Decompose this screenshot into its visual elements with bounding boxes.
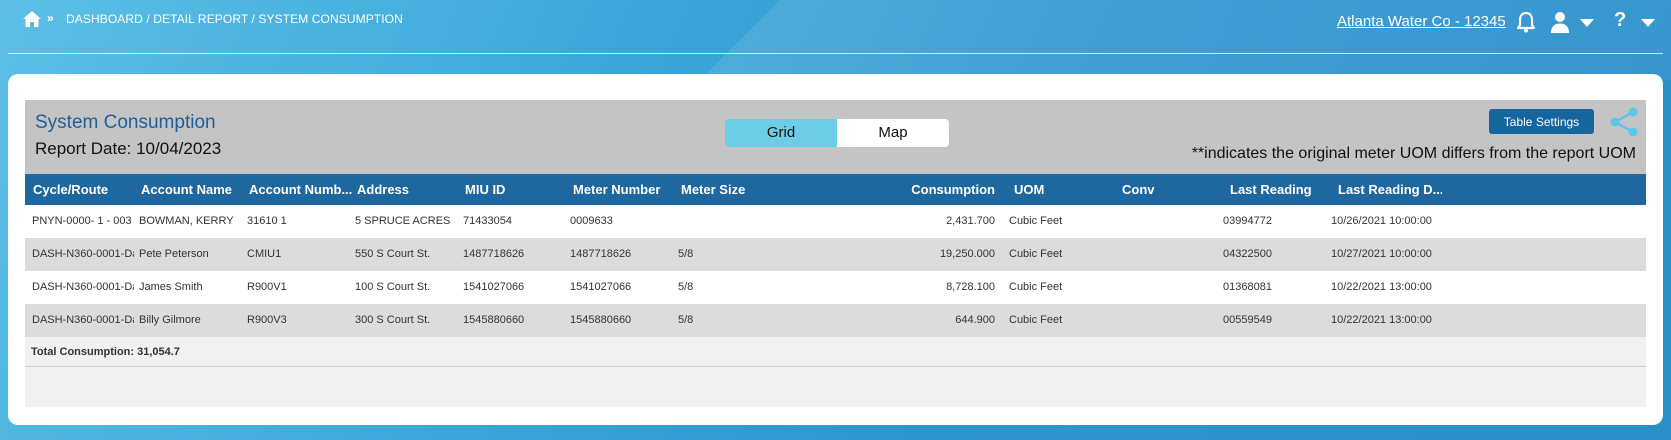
cell-last-reading: 01368081 (1223, 281, 1272, 293)
cell-uom: Cubic Feet (1009, 314, 1063, 326)
cell-last-reading: 00559549 (1223, 314, 1272, 326)
cell-address: 300 S Court St. (355, 314, 431, 326)
cell-last-reading-date: 10/22/2021 13:00:00 (1331, 314, 1432, 326)
cell-cycle-route: DASH-N360-0001-Dash (32, 281, 134, 293)
cell-consumption: 19,250.000 (939, 248, 995, 260)
cell-miu-id: 71433054 (463, 215, 512, 227)
column-header-miu-id[interactable]: MIU ID (465, 174, 569, 205)
cell-meter-number: 1545880660 (570, 314, 632, 326)
cell-consumption: 8,728.100 (946, 281, 995, 293)
table-settings-button[interactable]: Table Settings (1489, 109, 1594, 134)
cell-meter-number: 0009633 (570, 215, 613, 227)
column-header-cycle-route[interactable]: Cycle/Route (33, 174, 137, 205)
cell-last-reading: 03994772 (1223, 215, 1272, 227)
report-panel: System Consumption Report Date: 10/04/20… (25, 100, 1646, 407)
cell-last-reading: 04322500 (1223, 248, 1272, 260)
cell-meter-size: 5/8 (678, 314, 694, 326)
cell-meter-size (678, 205, 782, 238)
grid-toggle-button[interactable]: Grid (725, 119, 837, 147)
table-body: PNYN-0000- 1 - 003 BOWMAN, KERRY 31610 1 5 … (25, 205, 1646, 337)
cell-account-name: BOWMAN, KERRY (139, 215, 234, 227)
cell-uom: Cubic Feet (1009, 248, 1063, 260)
cell-meter-number: 1541027066 (570, 281, 632, 293)
cell-uom: Cubic Feet (1009, 281, 1063, 293)
consumption-table: Cycle/Route Account Name Account Numb... Ad… (25, 174, 1646, 367)
column-header-account-name[interactable]: Account Name (141, 174, 245, 205)
table-row[interactable]: DASH-N360-0001-Dash Billy Gilmore R900V3 30… (25, 304, 1646, 337)
cell-cycle-route: DASH-N360-0001-Dash (32, 314, 134, 326)
cell-cycle-route: DASH-N360-0001-Dash (32, 248, 134, 260)
organization-link[interactable]: Atlanta Water Co - 12345 (1337, 13, 1506, 30)
column-header-last-reading[interactable]: Last Reading (1230, 174, 1334, 205)
cell-last-reading-date: 10/26/2021 10:00:00 (1331, 215, 1432, 227)
table-row[interactable]: DASH-N360-0001-Dash Pete Peterson CMIU1 550… (25, 238, 1646, 271)
cell-conv (1117, 304, 1221, 337)
cell-account-name: James Smith (139, 281, 203, 293)
table-footer: Total Consumption: 31,054.7 (25, 337, 1646, 367)
help-menu-caret-icon[interactable] (1641, 19, 1655, 27)
column-header-conv[interactable]: Conv (1122, 174, 1226, 205)
map-toggle-button[interactable]: Map (837, 119, 949, 147)
cell-account-number: R900V3 (247, 314, 287, 326)
help-icon[interactable]: ? (1614, 9, 1626, 32)
table-row[interactable]: PNYN-0000- 1 - 003 BOWMAN, KERRY 31610 1 5 … (25, 205, 1646, 238)
total-consumption: Total Consumption: 31,054.7 (31, 346, 180, 358)
column-header-address[interactable]: Address (357, 174, 461, 205)
column-header-meter-number[interactable]: Meter Number (573, 174, 677, 205)
cell-meter-size: 5/8 (678, 248, 694, 260)
share-icon[interactable] (1608, 106, 1640, 138)
column-header-uom[interactable]: UOM (1014, 174, 1118, 205)
top-bar: » DASHBOARD / DETAIL REPORT / SYSTEM CON… (0, 0, 1671, 54)
cell-meter-number: 1487718626 (570, 248, 632, 260)
cell-account-number: 31610 1 (247, 215, 287, 227)
cell-consumption: 2,431.700 (946, 215, 995, 227)
column-header-last-reading-date[interactable]: Last Reading D... (1338, 174, 1442, 205)
report-header: System Consumption Report Date: 10/04/20… (25, 100, 1646, 174)
cell-conv (1117, 238, 1221, 271)
cell-account-number: CMIU1 (247, 248, 282, 260)
uom-note: **indicates the original meter UOM diffe… (1191, 145, 1636, 162)
view-toggle: Grid Map (725, 119, 949, 147)
cell-address: 550 S Court St. (355, 248, 431, 260)
cell-miu-id: 1545880660 (463, 314, 525, 326)
cell-uom: Cubic Feet (1009, 215, 1063, 227)
cell-address: 5 SPRUCE ACRES (355, 215, 451, 227)
home-icon[interactable] (22, 10, 42, 28)
table-row[interactable]: DASH-N360-0001-Dash James Smith R900V1 100 … (25, 271, 1646, 304)
breadcrumb-separator: » (47, 11, 54, 25)
cell-conv (1117, 205, 1221, 238)
cell-cycle-route: PNYN-0000- 1 - 003 (32, 215, 132, 227)
bell-icon[interactable] (1515, 11, 1537, 33)
table-header: Cycle/Route Account Name Account Numb... Ad… (25, 174, 1646, 205)
cell-meter-size: 5/8 (678, 281, 694, 293)
cell-account-name: Billy Gilmore (139, 314, 201, 326)
report-title: System Consumption (35, 112, 216, 133)
cell-miu-id: 1541027066 (463, 281, 525, 293)
report-card: System Consumption Report Date: 10/04/20… (8, 74, 1663, 425)
report-date: Report Date: 10/04/2023 (35, 139, 222, 158)
cell-conv (1117, 271, 1221, 304)
user-icon[interactable] (1550, 11, 1570, 33)
cell-last-reading-date: 10/27/2021 10:00:00 (1331, 248, 1432, 260)
breadcrumb[interactable]: DASHBOARD / DETAIL REPORT / SYSTEM CONSU… (66, 12, 403, 26)
column-header-meter-size[interactable]: Meter Size (681, 174, 785, 205)
user-menu-caret-icon[interactable] (1580, 19, 1594, 27)
column-header-account-number[interactable]: Account Numb... (249, 174, 353, 205)
cell-account-name: Pete Peterson (139, 248, 209, 260)
cell-miu-id: 1487718626 (463, 248, 525, 260)
cell-account-number: R900V1 (247, 281, 287, 293)
cell-consumption: 644.900 (955, 314, 995, 326)
column-header-consumption[interactable]: Consumption (889, 174, 995, 205)
header-divider (8, 53, 1663, 54)
cell-last-reading-date: 10/22/2021 13:00:00 (1331, 281, 1432, 293)
cell-address: 100 S Court St. (355, 281, 431, 293)
